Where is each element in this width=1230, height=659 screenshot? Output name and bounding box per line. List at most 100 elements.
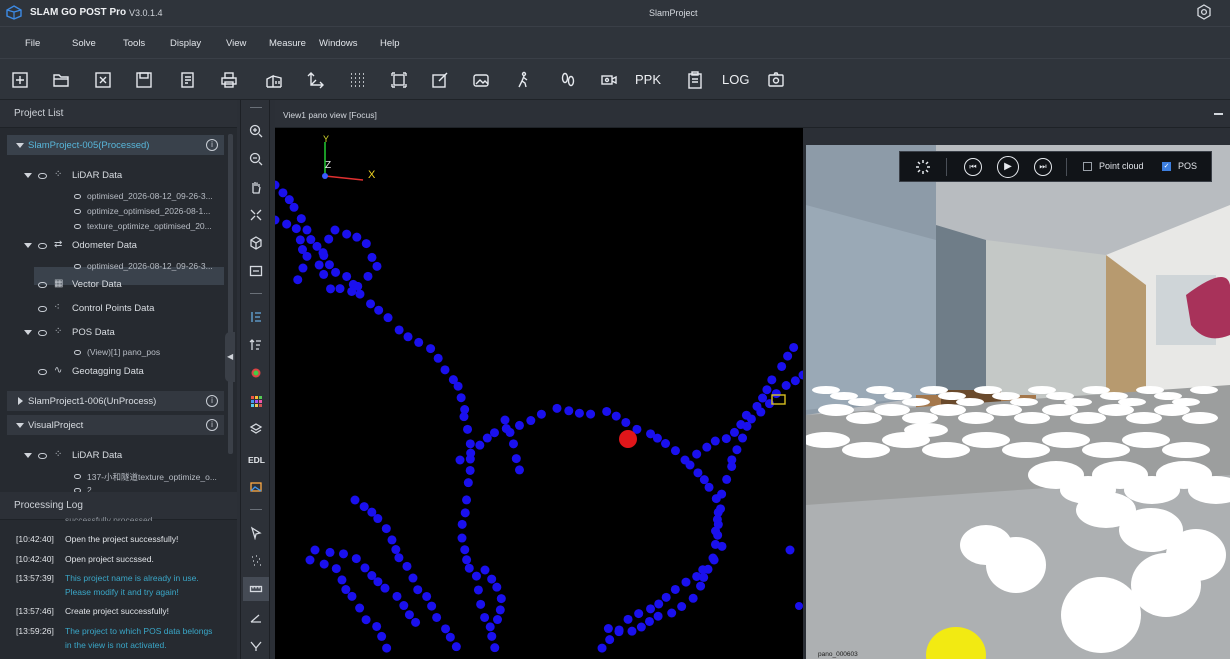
- collapse-arrow-icon[interactable]: [18, 397, 23, 405]
- save-icon[interactable]: [133, 69, 155, 91]
- visibility-eye-icon[interactable]: [74, 350, 81, 355]
- menu-file[interactable]: File: [25, 38, 40, 49]
- project-name-1[interactable]: SlamProject-005(Processed): [28, 140, 149, 151]
- play-icon[interactable]: ▶: [997, 156, 1019, 178]
- zoom-in-icon[interactable]: [246, 121, 266, 141]
- open-folder-icon[interactable]: [50, 69, 72, 91]
- menu-solve[interactable]: Solve: [72, 38, 96, 49]
- settings-gear-icon[interactable]: [1196, 4, 1212, 20]
- edl-button[interactable]: EDL: [248, 455, 265, 465]
- lidar-file-1[interactable]: optimised_2026-08-12_09-26-3...: [87, 191, 213, 201]
- lidar-file-3[interactable]: texture_optimize_optimised_20...: [87, 221, 212, 231]
- menu-help[interactable]: Help: [380, 38, 400, 49]
- menu-windows[interactable]: Windows: [319, 38, 358, 49]
- visibility-eye-icon[interactable]: [74, 224, 81, 229]
- close-project-icon[interactable]: [92, 69, 114, 91]
- color-by-height-icon[interactable]: [246, 307, 266, 327]
- angle-icon[interactable]: [246, 607, 266, 627]
- layers-icon[interactable]: [246, 419, 266, 439]
- point-cloud-view[interactable]: Y Z X: [275, 128, 803, 659]
- tree-scrollbar[interactable]: [228, 134, 233, 454]
- panorama-icon[interactable]: [470, 69, 492, 91]
- project-name-3[interactable]: VisualProject: [28, 420, 83, 431]
- tree-lidar-data[interactable]: LiDAR Data: [72, 170, 122, 181]
- point-cloud-checkbox[interactable]: [1083, 162, 1092, 171]
- footprint-icon[interactable]: [557, 69, 579, 91]
- edit-note-icon[interactable]: [429, 69, 451, 91]
- chevron-down-icon[interactable]: [246, 635, 266, 655]
- log-button[interactable]: LOG: [722, 72, 749, 87]
- building-icon[interactable]: [263, 69, 285, 91]
- point-cloud-label[interactable]: Point cloud: [1099, 161, 1144, 171]
- odometer-file-1[interactable]: optimised_2026-08-12_09-26-3...: [87, 261, 213, 271]
- info-icon[interactable]: i: [206, 395, 218, 407]
- visibility-eye-icon[interactable]: [74, 264, 81, 269]
- clipboard-icon[interactable]: [684, 69, 706, 91]
- info-icon[interactable]: i: [206, 139, 218, 151]
- expand-arrow-icon[interactable]: [16, 423, 24, 428]
- expand-arrow-icon[interactable]: [24, 243, 32, 248]
- menu-view[interactable]: View: [226, 38, 246, 49]
- axis-icon[interactable]: [305, 69, 327, 91]
- select-cursor-icon[interactable]: [246, 523, 266, 543]
- pan-hand-icon[interactable]: [246, 177, 266, 197]
- grid-dots-icon[interactable]: [346, 69, 368, 91]
- gradient-map-icon[interactable]: [246, 477, 266, 497]
- pos-checkbox[interactable]: ✓: [1162, 162, 1171, 171]
- previous-frame-icon[interactable]: ⏮: [964, 158, 982, 176]
- project-name-2[interactable]: SlamProject1-006(UnProcess): [28, 396, 156, 407]
- visibility-eye-icon[interactable]: [38, 173, 47, 179]
- pos-file-1[interactable]: (View)[1] pano_pos: [87, 347, 160, 357]
- pane-collapse-handle[interactable]: ◀: [225, 332, 235, 382]
- screen-view-icon[interactable]: [246, 261, 266, 281]
- palette-grid-icon[interactable]: [246, 391, 266, 411]
- zoom-out-icon[interactable]: [246, 149, 266, 169]
- tree-pos-data[interactable]: POS Data: [72, 327, 115, 338]
- visibility-eye-icon[interactable]: [38, 306, 47, 312]
- visibility-eye-icon[interactable]: [38, 369, 47, 375]
- info-icon[interactable]: i: [206, 419, 218, 431]
- visibility-eye-icon[interactable]: [38, 282, 47, 288]
- scatter-select-icon[interactable]: [246, 551, 266, 571]
- visibility-eye-icon[interactable]: [74, 474, 81, 479]
- fit-view-icon[interactable]: [246, 205, 266, 225]
- new-project-icon[interactable]: [9, 69, 31, 91]
- visibility-eye-icon[interactable]: [38, 330, 47, 336]
- walk-icon[interactable]: [512, 69, 534, 91]
- expand-arrow-icon[interactable]: [24, 453, 32, 458]
- visibility-eye-icon[interactable]: [74, 194, 81, 199]
- cube-view-icon[interactable]: [246, 233, 266, 253]
- pos-label[interactable]: POS: [1178, 161, 1197, 171]
- visibility-eye-icon[interactable]: [38, 453, 47, 459]
- trajectory-canvas[interactable]: [275, 128, 803, 659]
- tree-geotagging-data[interactable]: Geotagging Data: [72, 366, 144, 377]
- lidar-file-cn[interactable]: 137-小和隧道texture_optimize_o...: [87, 471, 217, 483]
- visibility-eye-icon[interactable]: [38, 243, 47, 249]
- visibility-eye-icon[interactable]: [74, 209, 81, 214]
- tree-odometer-data[interactable]: Odometer Data: [72, 240, 137, 251]
- frame-select-icon[interactable]: [388, 69, 410, 91]
- ruler-icon[interactable]: [246, 579, 266, 599]
- panorama-view[interactable]: pano_000603: [806, 145, 1230, 659]
- menu-tools[interactable]: Tools: [123, 38, 145, 49]
- current-position-marker[interactable]: [619, 430, 637, 448]
- expand-arrow-icon[interactable]: [24, 173, 32, 178]
- next-frame-icon[interactable]: ⏭: [1034, 158, 1052, 176]
- menu-display[interactable]: Display: [170, 38, 201, 49]
- sort-height-icon[interactable]: [246, 335, 266, 355]
- minimize-view-icon[interactable]: [1214, 113, 1223, 115]
- expand-arrow-icon[interactable]: [16, 143, 24, 148]
- edit-document-icon[interactable]: [177, 69, 199, 91]
- camera-icon[interactable]: [598, 69, 620, 91]
- tree-control-points[interactable]: Control Points Data: [72, 303, 154, 314]
- loading-spinner-icon[interactable]: [914, 158, 932, 176]
- ppk-button[interactable]: PPK: [635, 72, 661, 87]
- expand-arrow-icon[interactable]: [24, 330, 32, 335]
- lidar-file-2[interactable]: optimize_optimised_2026-08-1...: [87, 206, 210, 216]
- menu-measure[interactable]: Measure: [269, 38, 306, 49]
- screenshot-icon[interactable]: [765, 69, 787, 91]
- tree-lidar-data-2[interactable]: LiDAR Data: [72, 450, 122, 461]
- rgb-color-icon[interactable]: [246, 363, 266, 383]
- printer-icon[interactable]: [218, 69, 240, 91]
- tree-vector-data[interactable]: Vector Data: [72, 279, 122, 290]
